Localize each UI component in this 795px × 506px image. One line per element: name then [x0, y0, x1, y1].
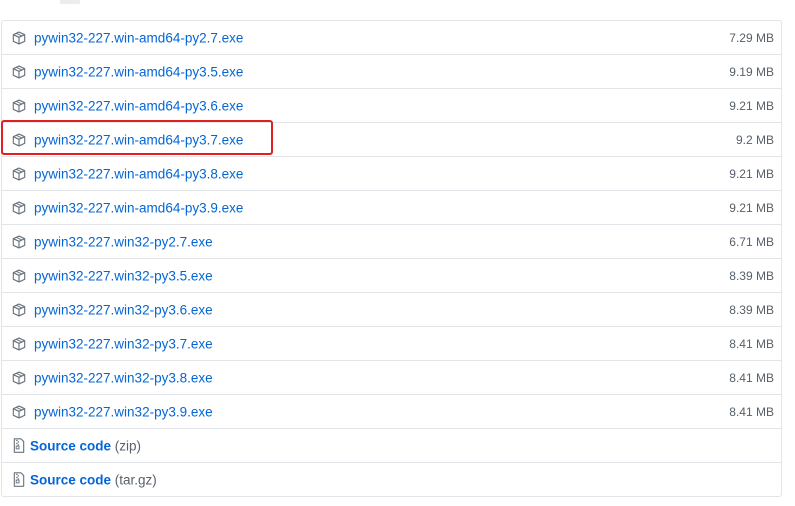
source-code-row: Source code (zip): [2, 428, 781, 462]
asset-row: pywin32-227.win-amd64-py3.5.exe 9.19 MB: [2, 54, 781, 88]
source-code-link[interactable]: Source code (zip): [30, 438, 141, 453]
asset-size: 6.71 MB: [729, 234, 774, 249]
package-icon: [11, 30, 27, 46]
asset-download-link[interactable]: pywin32-227.win-amd64-py3.5.exe: [34, 64, 243, 79]
asset-size: 9.21 MB: [729, 166, 774, 181]
asset-size: 8.41 MB: [729, 404, 774, 419]
package-icon: [11, 234, 27, 250]
package-icon: [11, 64, 27, 80]
package-icon: [11, 98, 27, 114]
asset-size: 9.19 MB: [729, 64, 774, 79]
source-code-label: Source code: [30, 438, 112, 453]
asset-row: pywin32-227.win32-py3.7.exe 8.41 MB: [2, 326, 781, 360]
package-icon: [11, 370, 27, 386]
package-icon: [11, 302, 27, 318]
source-code-link[interactable]: Source code (tar.gz): [30, 472, 157, 487]
asset-row: pywin32-227.win-amd64-py2.7.exe 7.29 MB: [2, 21, 781, 54]
asset-row: pywin32-227.win-amd64-py3.7.exe 9.2 MB: [2, 122, 781, 156]
asset-download-link[interactable]: pywin32-227.win32-py3.9.exe: [34, 404, 213, 419]
package-icon: [11, 132, 27, 148]
package-icon: [11, 268, 27, 284]
asset-row: pywin32-227.win32-py3.6.exe 8.39 MB: [2, 292, 781, 326]
file-zip-icon: [11, 438, 27, 454]
asset-download-link[interactable]: pywin32-227.win32-py3.6.exe: [34, 302, 213, 317]
asset-size: 8.39 MB: [729, 268, 774, 283]
asset-size: 8.39 MB: [729, 302, 774, 317]
asset-row: pywin32-227.win32-py3.9.exe 8.41 MB: [2, 394, 781, 428]
asset-download-link[interactable]: pywin32-227.win-amd64-py2.7.exe: [34, 30, 243, 45]
asset-size: 9.2 MB: [735, 132, 774, 147]
asset-download-link[interactable]: pywin32-227.win32-py3.5.exe: [34, 268, 213, 283]
asset-row: pywin32-227.win-amd64-py3.8.exe 9.21 MB: [2, 156, 781, 190]
source-code-format: (tar.gz): [114, 472, 157, 487]
asset-row: pywin32-227.win-amd64-py3.9.exe 9.21 MB: [2, 190, 781, 224]
source-code-label: Source code: [30, 472, 112, 487]
asset-download-link[interactable]: pywin32-227.win32-py3.7.exe: [34, 336, 213, 351]
asset-download-link[interactable]: pywin32-227.win-amd64-py3.7.exe: [34, 132, 243, 147]
package-icon: [11, 200, 27, 216]
file-zip-icon: [11, 472, 27, 488]
asset-download-link[interactable]: pywin32-227.win32-py2.7.exe: [34, 234, 213, 249]
source-code-format: (zip): [114, 438, 142, 453]
asset-row: pywin32-227.win-amd64-py3.6.exe 9.21 MB: [2, 88, 781, 122]
asset-size: 7.29 MB: [729, 30, 774, 45]
cropped-element: [60, 0, 80, 4]
release-assets-page: pywin32-227.win-amd64-py2.7.exe 7.29 MB …: [0, 0, 795, 506]
asset-download-link[interactable]: pywin32-227.win-amd64-py3.9.exe: [34, 200, 243, 215]
asset-size: 8.41 MB: [729, 370, 774, 385]
asset-download-link[interactable]: pywin32-227.win-amd64-py3.6.exe: [34, 98, 243, 113]
asset-download-link[interactable]: pywin32-227.win32-py3.8.exe: [34, 370, 213, 385]
package-icon: [11, 404, 27, 420]
asset-size: 8.41 MB: [729, 336, 774, 351]
asset-row: pywin32-227.win32-py3.5.exe 8.39 MB: [2, 258, 781, 292]
asset-size: 9.21 MB: [729, 200, 774, 215]
asset-download-link[interactable]: pywin32-227.win-amd64-py3.8.exe: [34, 166, 243, 181]
asset-size: 9.21 MB: [729, 98, 774, 113]
source-code-row: Source code (tar.gz): [2, 462, 781, 496]
asset-row: pywin32-227.win32-py3.8.exe 8.41 MB: [2, 360, 781, 394]
asset-row: pywin32-227.win32-py2.7.exe 6.71 MB: [2, 224, 781, 258]
package-icon: [11, 336, 27, 352]
assets-list: pywin32-227.win-amd64-py2.7.exe 7.29 MB …: [1, 20, 782, 497]
package-icon: [11, 166, 27, 182]
